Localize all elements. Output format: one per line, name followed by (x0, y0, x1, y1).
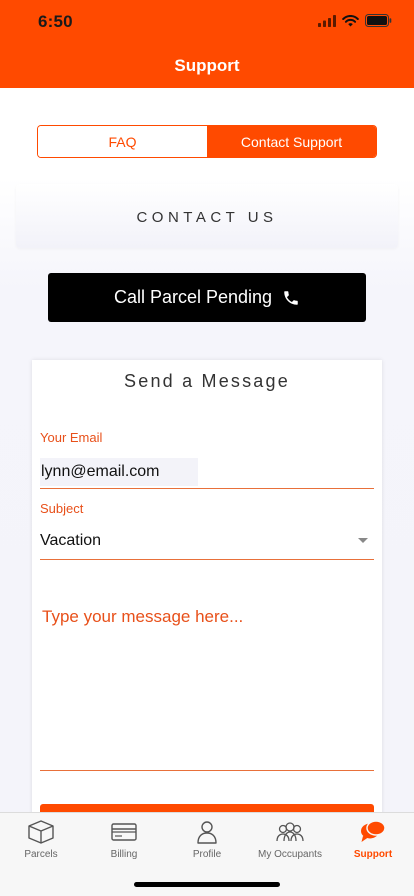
email-label: Your Email (40, 430, 103, 445)
send-message-card: Send a Message Your Email lynn@email.com… (32, 360, 382, 812)
chat-bubbles-icon (361, 820, 386, 842)
tab-my-occupants[interactable]: My Occupants (249, 819, 331, 860)
person-icon (197, 821, 217, 844)
segment-contact-support[interactable]: Contact Support (207, 126, 376, 157)
tab-billing[interactable]: Billing (83, 819, 165, 860)
group-icon (276, 822, 304, 842)
status-time: 6:50 (38, 12, 73, 31)
email-underline (40, 488, 374, 489)
tab-label-profile: Profile (192, 849, 222, 860)
header-bar: 6:50 Support (0, 0, 414, 88)
segment-faq[interactable]: FAQ (38, 126, 207, 157)
contact-us-panel: CONTACT US (16, 184, 398, 248)
tab-parcels[interactable]: Parcels (0, 819, 82, 860)
wifi-icon (342, 14, 359, 26)
support-segmented-control: FAQ Contact Support (37, 125, 377, 158)
email-field[interactable]: lynn@email.com (40, 458, 198, 486)
tab-label-my-occupants: My Occupants (258, 849, 322, 860)
battery-icon (365, 14, 392, 27)
message-textarea[interactable]: Type your message here... (42, 607, 243, 627)
call-button-label: Call Parcel Pending (113, 287, 273, 307)
call-parcel-pending-button[interactable]: Call Parcel Pending (48, 273, 366, 322)
tab-label-support: Support (353, 849, 393, 860)
status-icons (318, 14, 392, 27)
chevron-down-icon[interactable] (358, 538, 368, 543)
home-indicator[interactable] (134, 882, 280, 887)
tab-profile[interactable]: Profile (166, 819, 248, 860)
tab-label-parcels: Parcels (24, 849, 58, 860)
credit-card-icon (111, 823, 137, 841)
page-title: Support (174, 56, 240, 75)
message-underline (40, 770, 374, 771)
submit-button[interactable] (40, 804, 374, 812)
signal-icon (318, 14, 336, 27)
send-message-title: Send a Message (124, 371, 290, 391)
tab-support[interactable]: Support (332, 819, 414, 860)
subject-label: Subject (40, 501, 84, 516)
tab-label-billing: Billing (110, 849, 138, 860)
contact-us-title: CONTACT US (136, 209, 278, 226)
phone-icon (284, 290, 298, 305)
box-icon (28, 820, 54, 844)
subject-select[interactable]: Vacation (40, 532, 101, 550)
support-content[interactable]: FAQ Contact Support CONTACT US Call Parc… (0, 88, 414, 812)
subject-underline (40, 559, 374, 560)
